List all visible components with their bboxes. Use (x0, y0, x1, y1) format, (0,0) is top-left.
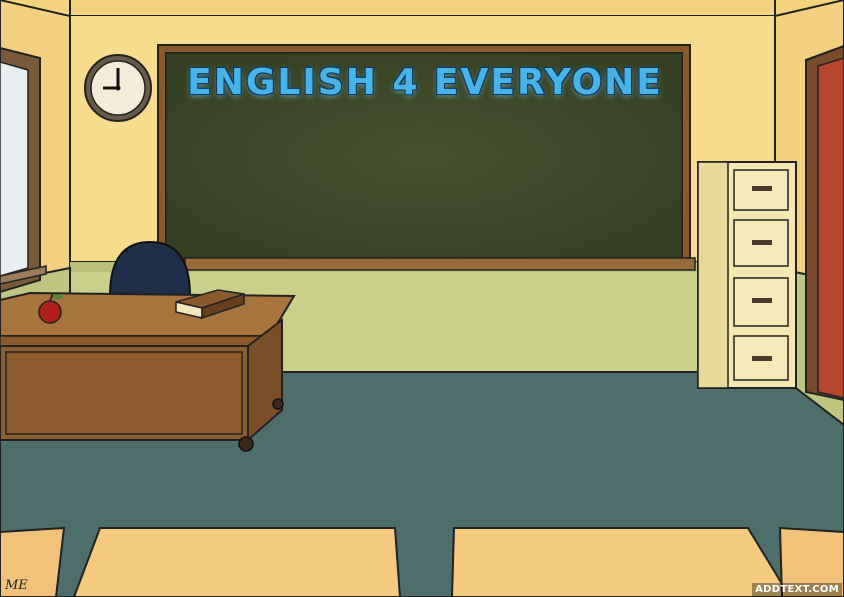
ceiling (0, 0, 844, 16)
clock-icon (84, 54, 152, 122)
window (0, 46, 47, 294)
board-title: ENGLISH 4 EVERYONE (187, 62, 663, 103)
door (805, 44, 844, 402)
watermark: ADDTEXT.COM (752, 583, 842, 596)
filing-cabinet (697, 161, 797, 389)
artist-signature: ME (5, 578, 28, 593)
chalk-tray (184, 257, 696, 271)
